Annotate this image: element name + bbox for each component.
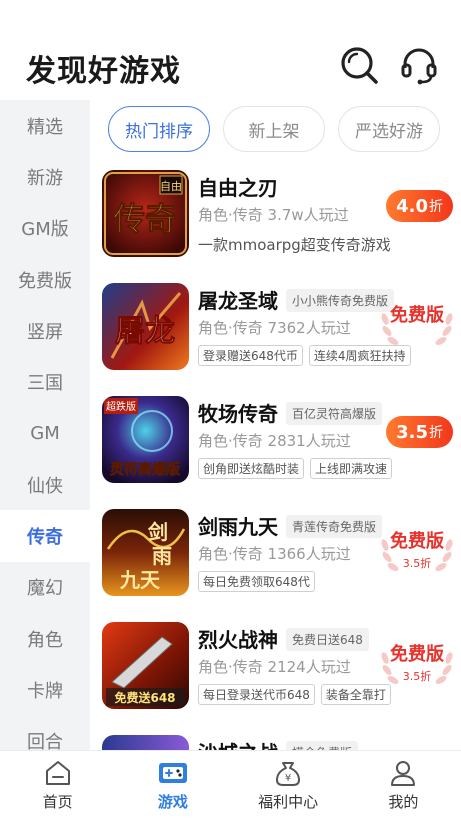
game-tag: 青莲传奇免费版 <box>286 515 383 538</box>
sidebar-item-gm[interactable]: GM <box>0 408 90 459</box>
game-item[interactable]: 沙城之战摸金免费版 <box>102 735 457 750</box>
game-name: 沙城之战摸金免费版 <box>198 737 359 750</box>
category-sidebar: 精选 新游 GM版 免费版 竖屏 三国 GM 仙侠 传奇 魔幻 角色 卡牌 回合 <box>0 100 90 750</box>
cover-text: 灵符高爆版 <box>110 461 180 478</box>
tab-hot[interactable]: 热门排序 <box>108 106 210 152</box>
feature-chip: 每日登录送代币648 <box>198 684 315 705</box>
feature-chip: 上线即满攻速 <box>310 458 393 479</box>
search-icon[interactable] <box>338 44 380 86</box>
nav-welfare[interactable]: ¥ 福利中心 <box>231 751 346 819</box>
svg-text:超跌版: 超跌版 <box>106 400 136 413</box>
sidebar-item-xinyou[interactable]: 新游 <box>0 151 90 202</box>
gamepad-icon <box>158 763 187 783</box>
user-icon <box>391 761 416 786</box>
bottom-nav: 首页 游戏 ¥ 福利中心 我的 <box>0 750 461 819</box>
sidebar-item-portrait[interactable]: 竖屏 <box>0 305 90 356</box>
sidebar-item-sanguo[interactable]: 三国 <box>0 356 90 407</box>
game-name: 牧场传奇 百亿灵符高爆版 <box>198 398 383 427</box>
game-cover: 自由 传奇 <box>102 170 189 257</box>
nav-label: 首页 <box>42 793 73 811</box>
game-tag: 摸金免费版 <box>286 741 359 750</box>
free-badge: 免费版 <box>377 293 457 353</box>
game-name: 烈火战神 免费日送648 <box>198 624 369 653</box>
game-name: 剑雨九天 青莲传奇免费版 <box>198 511 383 540</box>
nav-label: 我的 <box>388 793 419 811</box>
sidebar-item-huihe[interactable]: 回合 <box>0 716 90 750</box>
svg-text:¥: ¥ <box>285 773 291 784</box>
svg-text:雨: 雨 <box>152 544 172 568</box>
game-cover: 超跌版 灵符高爆版 <box>102 396 189 483</box>
game-meta: 角色·传奇 2124人玩过 <box>198 658 351 676</box>
game-name: 屠龙圣域 小小熊传奇免费版 <box>198 285 395 314</box>
nav-mine[interactable]: 我的 <box>346 751 461 819</box>
game-cover: 屠龙 <box>102 283 189 370</box>
sidebar-item-xianxia[interactable]: 仙侠 <box>0 459 90 510</box>
game-item[interactable]: 超跌版 灵符高爆版 牧场传奇 百亿灵符高爆版 角色·传奇 2831人玩过 创角即送… <box>102 396 457 486</box>
feature-chips: 创角即送炫酷时装 上线即满攻速 <box>198 458 393 479</box>
discount-badge: 4.0 折 <box>386 190 453 222</box>
home-icon <box>45 761 70 785</box>
feature-chip: 每日免费领取648代 <box>198 571 315 592</box>
page-title: 发现好游戏 <box>26 54 181 89</box>
game-list-panel: 热门排序 新上架 严选好游 自由 传奇 自由之刃 角色·传奇 3.7w人玩过 一… <box>90 100 461 750</box>
game-description: 一款mmoarpg超变传奇游戏 <box>198 236 391 254</box>
svg-text:九天: 九天 <box>119 568 161 592</box>
cover-text: 传奇 <box>112 200 177 238</box>
game-item[interactable]: 免费送648 烈火战神 免费日送648 角色·传奇 2124人玩过 每日登录送代币… <box>102 622 457 712</box>
headset-icon[interactable] <box>398 44 440 86</box>
tab-new[interactable]: 新上架 <box>223 106 325 152</box>
free-badge: 免费版 3.5折 <box>377 519 457 579</box>
sidebar-item-kapai[interactable]: 卡牌 <box>0 664 90 715</box>
money-bag-icon: ¥ <box>276 762 301 786</box>
tab-curated[interactable]: 严选好游 <box>338 106 440 152</box>
svg-text:剑: 剑 <box>147 520 168 544</box>
feature-chips: 每日登录送代币648 装备全靠打 <box>198 684 391 705</box>
sidebar-item-chuanqi[interactable]: 传奇 <box>0 510 90 562</box>
nav-label: 福利中心 <box>258 793 319 811</box>
nav-games[interactable]: 游戏 <box>115 751 230 819</box>
discount-badge: 3.5 折 <box>386 416 453 448</box>
cover-text: 屠龙 <box>115 314 175 349</box>
feature-chips: 每日免费领取648代 <box>198 571 315 592</box>
game-meta: 角色·传奇 2831人玩过 <box>198 432 351 450</box>
game-tag: 免费日送648 <box>286 628 369 651</box>
sidebar-item-gm-ban[interactable]: GM版 <box>0 203 90 254</box>
cover-text: 免费送648 <box>114 690 175 705</box>
game-item[interactable]: 屠龙 屠龙圣域 小小熊传奇免费版 角色·传奇 7362人玩过 登录赠送648代币 … <box>102 283 457 373</box>
header: 发现好游戏 <box>0 0 461 100</box>
feature-chip: 创角即送炫酷时装 <box>198 458 305 479</box>
game-tag: 百亿灵符高爆版 <box>286 402 383 425</box>
free-badge: 免费版 3.5折 <box>377 632 457 692</box>
nav-label: 游戏 <box>157 793 188 811</box>
sidebar-item-juese[interactable]: 角色 <box>0 613 90 664</box>
sidebar-item-jingxuan[interactable]: 精选 <box>0 100 90 151</box>
game-item[interactable]: 剑 雨 九天 剑雨九天 青莲传奇免费版 角色·传奇 1366人玩过 每日免费领取6… <box>102 509 457 599</box>
game-cover <box>102 735 189 750</box>
sidebar-item-mohuan[interactable]: 魔幻 <box>0 562 90 613</box>
game-name: 自由之刃 <box>198 176 278 200</box>
sort-tabs: 热门排序 新上架 严选好游 <box>108 106 440 152</box>
sidebar-item-free[interactable]: 免费版 <box>0 254 90 305</box>
game-item[interactable]: 自由 传奇 自由之刃 角色·传奇 3.7w人玩过 一款mmoarpg超变传奇游戏… <box>102 170 457 260</box>
game-cover: 免费送648 <box>102 622 189 709</box>
game-meta: 角色·传奇 1366人玩过 <box>198 545 351 563</box>
cover-small-text: 自由 <box>160 179 182 193</box>
game-meta: 角色·传奇 3.7w人玩过 <box>198 206 349 224</box>
feature-chip: 登录赠送648代币 <box>198 345 303 366</box>
game-cover: 剑 雨 九天 <box>102 509 189 596</box>
game-meta: 角色·传奇 7362人玩过 <box>198 319 351 337</box>
nav-home[interactable]: 首页 <box>0 751 115 819</box>
